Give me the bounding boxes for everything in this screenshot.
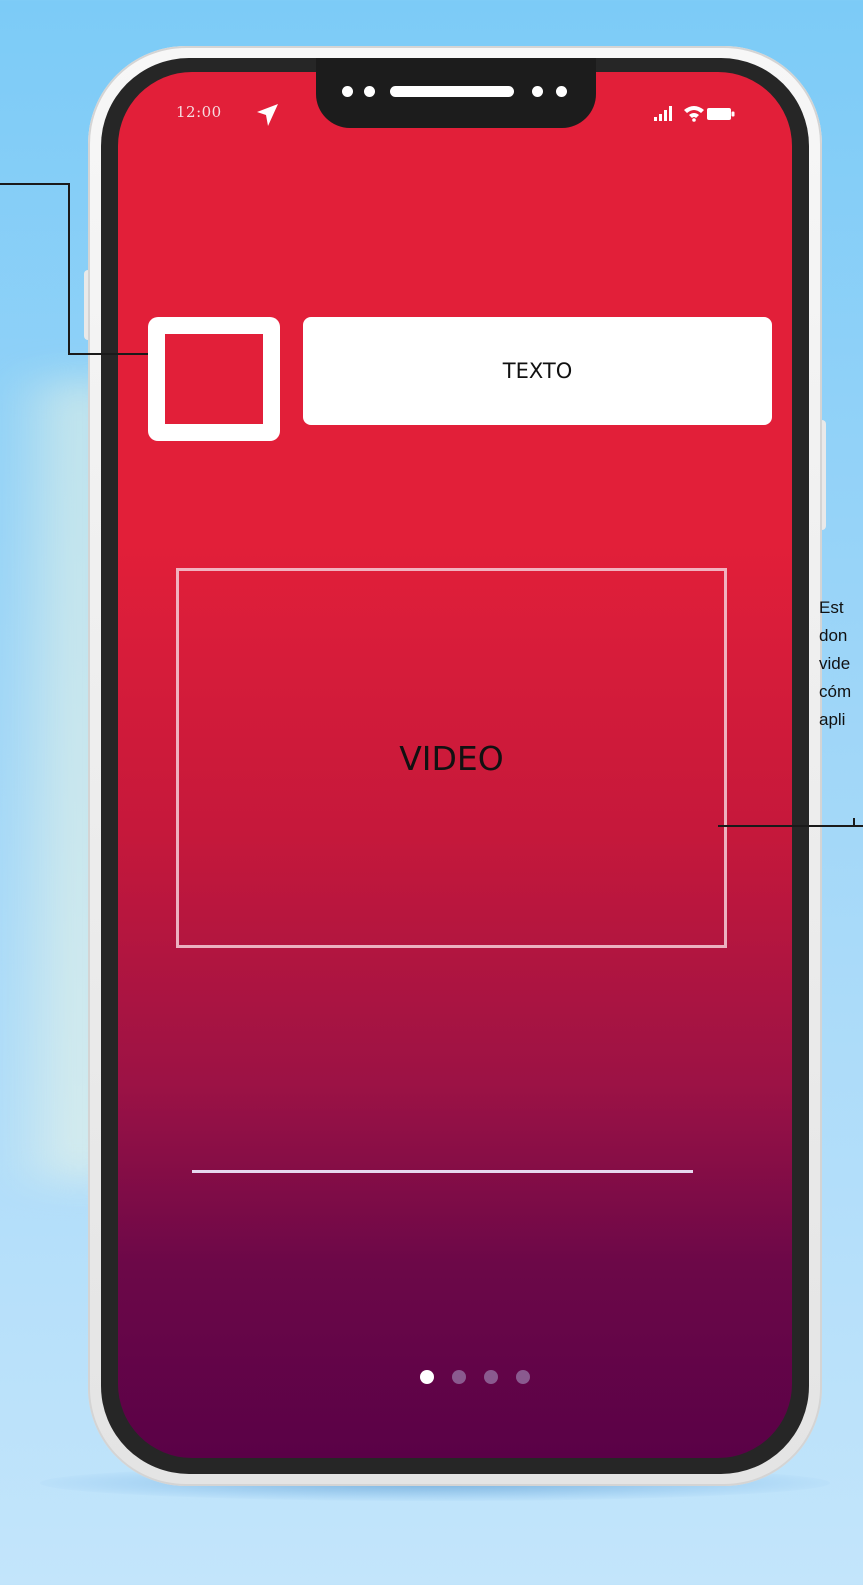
annotation-text: Est don vide cóm apli bbox=[819, 598, 852, 729]
pagination-dot-active[interactable] bbox=[420, 1370, 434, 1384]
app-icon-placeholder[interactable] bbox=[148, 317, 280, 441]
cellular-signal-icon bbox=[654, 106, 672, 121]
callout-line bbox=[68, 183, 70, 354]
pagination-dot[interactable] bbox=[484, 1370, 498, 1384]
callout-line bbox=[718, 825, 863, 827]
notch-dot bbox=[556, 86, 567, 97]
battery-icon bbox=[707, 108, 735, 120]
location-arrow-icon bbox=[257, 104, 278, 126]
divider-line bbox=[192, 1170, 693, 1173]
pagination-dots bbox=[420, 1370, 530, 1384]
app-icon-fill bbox=[165, 334, 263, 424]
pagination-dot[interactable] bbox=[516, 1370, 530, 1384]
text-field[interactable]: TEXTO bbox=[303, 317, 772, 425]
notch-dot bbox=[342, 86, 353, 97]
wifi-icon bbox=[684, 106, 704, 122]
callout-line bbox=[853, 818, 855, 827]
speaker-bar bbox=[390, 86, 514, 97]
notch-dot bbox=[364, 86, 375, 97]
notch-dot bbox=[532, 86, 543, 97]
video-player[interactable]: VIDEO bbox=[176, 568, 727, 948]
callout-line bbox=[0, 183, 69, 185]
status-time: 12:00 bbox=[176, 103, 222, 121]
phone-notch bbox=[316, 58, 596, 128]
pagination-dot[interactable] bbox=[452, 1370, 466, 1384]
